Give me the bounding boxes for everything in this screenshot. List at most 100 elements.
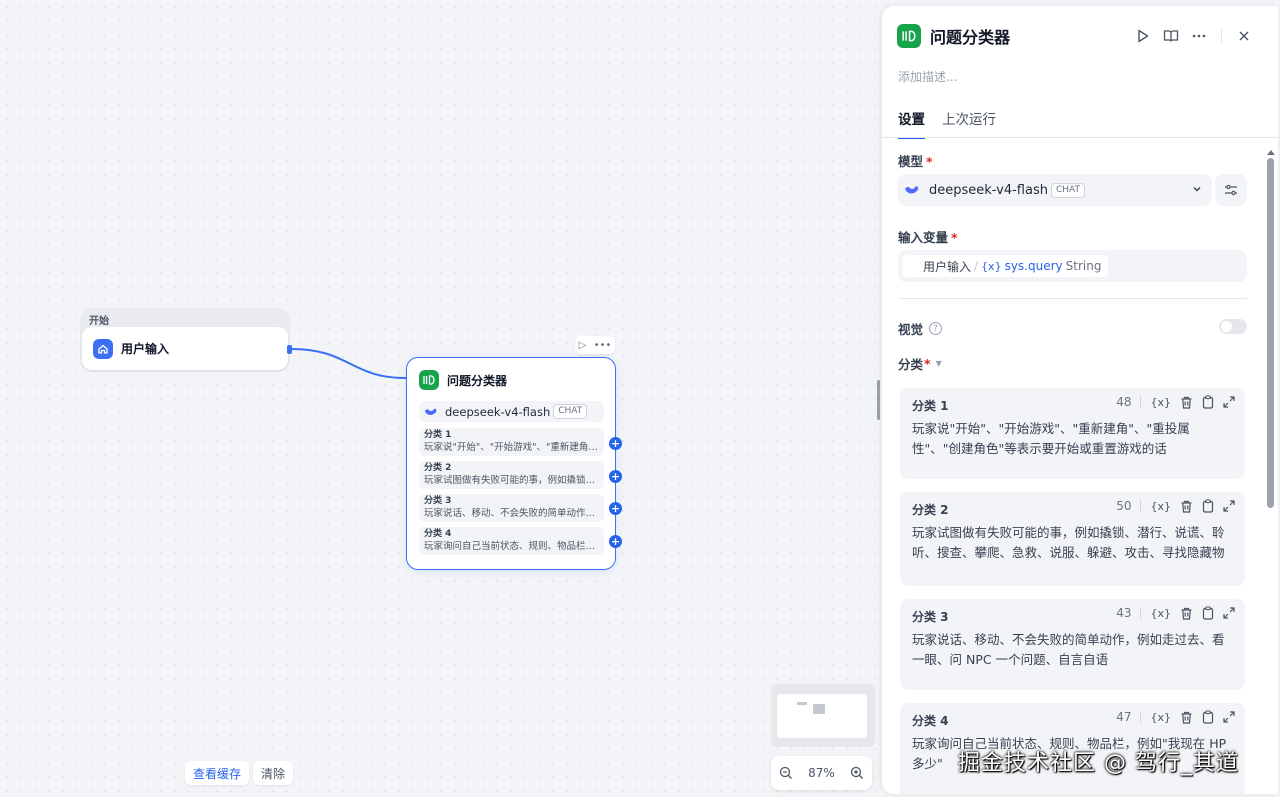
run-icon[interactable]	[1129, 26, 1157, 46]
node-settings-panel: 问题分类器 添加描述... 设置 上次运行 模型 * deepseek-v4-fl…	[882, 6, 1278, 794]
panel-scrollbar[interactable]	[1266, 150, 1275, 786]
variable-icon: {x}	[981, 259, 1002, 273]
class-card-title: 分类 2	[912, 503, 949, 517]
node-model-tag: CHAT	[553, 404, 588, 419]
panel-title[interactable]: 问题分类器	[930, 24, 1010, 48]
class-card-tools: 48 {x}	[1116, 395, 1235, 409]
expand-icon[interactable]	[1223, 500, 1235, 512]
insert-variable-icon[interactable]: {x}	[1150, 607, 1171, 620]
node-model-chip: deepseek-v4-flash CHAT	[419, 401, 604, 422]
class-card[interactable]: 分类 2 50 {x} 玩家试图做有失败可能的事，例如撬锁、潜行、说谎、聆听、搜…	[900, 492, 1245, 586]
insert-variable-icon[interactable]: {x}	[1150, 396, 1171, 409]
deepseek-logo-icon	[905, 186, 919, 194]
input-var-label-text: 输入变量	[898, 230, 949, 245]
panel-tabs: 设置 上次运行	[898, 108, 996, 139]
zoom-out-icon[interactable]	[779, 766, 793, 780]
expand-icon[interactable]	[1223, 396, 1235, 408]
node-class-name: 分类 4	[424, 529, 452, 539]
minimap-node	[797, 702, 807, 705]
model-settings-button[interactable]	[1215, 174, 1247, 206]
node-class-item: 分类 2 玩家试图做有失败可能的事，例如撬锁、潜行、说谎、聆听、搜查、攀爬、急救…	[419, 461, 604, 489]
required-mark: *	[926, 154, 933, 169]
classifier-node[interactable]: 问题分类器 deepseek-v4-flash CHAT 分类 1 玩家说"开始…	[406, 357, 616, 570]
tab-last-run[interactable]: 上次运行	[942, 108, 996, 139]
more-icon[interactable]	[1185, 26, 1213, 46]
class-card[interactable]: 分类 1 48 {x} 玩家说"开始"、"开始游戏"、"重新建角"、"重投属性"…	[900, 388, 1245, 479]
add-branch-4-icon[interactable]: +	[609, 535, 622, 548]
zoom-in-icon[interactable]	[850, 766, 864, 780]
start-node[interactable]: 用户输入	[82, 327, 288, 370]
start-output-handle[interactable]	[287, 345, 292, 354]
model-select[interactable]: deepseek-v4-flash CHAT	[898, 174, 1212, 206]
class-card-text[interactable]: 玩家说话、移动、不会失败的简单动作，例如走过去、看一眼、问 NPC 一个问题、自…	[912, 630, 1232, 670]
node-class-desc: 玩家说"开始"、"开始游戏"、"重新建角"、"重投属性"、"创建角色"等表示要开…	[424, 442, 599, 453]
vision-toggle[interactable]	[1219, 319, 1247, 334]
watermark: 掘金技术社区 @ 驾行_其道	[958, 751, 1239, 776]
node-model-name: deepseek-v4-flash	[445, 404, 551, 419]
node-toolbar: ▷ •••	[575, 336, 615, 354]
trash-icon[interactable]	[1180, 607, 1193, 620]
expand-icon[interactable]	[1223, 607, 1235, 619]
run-node-icon[interactable]: ▷	[579, 340, 587, 351]
var-name: sys.query	[1004, 259, 1063, 273]
close-icon[interactable]	[1230, 26, 1258, 46]
clipboard-icon[interactable]	[1202, 710, 1214, 724]
trash-icon[interactable]	[1180, 500, 1193, 513]
tool-divider	[1140, 396, 1142, 408]
workflow-canvas[interactable]: 开始 用户输入 ▷ ••• 问题分类器 deepseek-v4-flash CH…	[0, 0, 880, 797]
classes-label: 分类 * ▼	[898, 354, 942, 373]
add-branch-2-icon[interactable]: +	[609, 470, 622, 483]
description-input[interactable]: 添加描述...	[898, 68, 957, 85]
deepseek-logo-icon	[425, 408, 437, 415]
scrollbar-thumb[interactable]	[1267, 158, 1274, 508]
node-class-item: 分类 3 玩家说话、移动、不会失败的简单动作，例如走过去、看一眼、问 NPC 一…	[419, 494, 604, 522]
var-source: 用户输入	[923, 259, 972, 274]
trash-icon[interactable]	[1180, 711, 1193, 724]
add-branch-1-icon[interactable]: +	[609, 437, 622, 450]
tool-divider	[1140, 500, 1142, 512]
toolbar-divider	[1221, 29, 1222, 43]
required-mark: *	[924, 356, 931, 371]
start-node-group[interactable]: 开始 用户输入	[80, 308, 290, 372]
class-card-text[interactable]: 玩家说"开始"、"开始游戏"、"重新建角"、"重投属性"、"创建角色"等表示要开…	[912, 419, 1232, 459]
classes-label-text: 分类	[898, 357, 924, 372]
model-label-text: 模型	[898, 154, 924, 169]
insert-variable-icon[interactable]: {x}	[1150, 711, 1171, 724]
tool-divider	[1140, 607, 1142, 619]
node-class-name: 分类 3	[424, 496, 452, 506]
more-icon[interactable]: •••	[594, 340, 612, 351]
class-card-tools: 50 {x}	[1116, 499, 1235, 513]
canvas-bottom-buttons: 查看缓存 清除	[185, 761, 294, 785]
expand-icon[interactable]	[1223, 711, 1235, 723]
clipboard-icon[interactable]	[1202, 499, 1214, 513]
clipboard-icon[interactable]	[1202, 395, 1214, 409]
var-type: String	[1065, 259, 1102, 273]
view-cache-button[interactable]: 查看缓存	[185, 761, 250, 785]
help-icon[interactable]: ?	[929, 322, 943, 335]
insert-variable-icon[interactable]: {x}	[1150, 500, 1171, 513]
class-card[interactable]: 分类 3 43 {x} 玩家说话、移动、不会失败的简单动作，例如走过去、看一眼、…	[900, 599, 1245, 690]
panel-resize-handle[interactable]	[877, 380, 880, 420]
add-branch-3-icon[interactable]: +	[609, 502, 622, 515]
start-node-title: 用户输入	[121, 342, 170, 356]
tool-divider	[1140, 711, 1142, 723]
trash-icon[interactable]	[1180, 396, 1193, 409]
minimap-viewport[interactable]	[777, 694, 867, 738]
clear-button[interactable]: 清除	[253, 761, 294, 785]
char-count: 48	[1116, 395, 1132, 409]
classifier-icon	[897, 24, 921, 48]
tab-settings[interactable]: 设置	[898, 108, 925, 139]
node-class-item: 分类 1 玩家说"开始"、"开始游戏"、"重新建角"、"重投属性"、"创建角色"…	[419, 428, 604, 456]
clipboard-icon[interactable]	[1202, 606, 1214, 620]
scroll-up-icon[interactable]	[1266, 150, 1275, 155]
class-card-tools: 43 {x}	[1116, 606, 1235, 620]
vision-label: 视觉	[898, 322, 924, 337]
book-icon[interactable]	[1157, 26, 1185, 46]
edge-start-to-classifier	[290, 348, 407, 379]
variable-chip[interactable]: 用户输入 / {x} sys.query String	[903, 255, 1109, 277]
minimap[interactable]	[771, 684, 875, 747]
model-name: deepseek-v4-flash	[929, 182, 1048, 198]
input-var-field[interactable]: 用户输入 / {x} sys.query String	[898, 250, 1247, 282]
class-card-text[interactable]: 玩家试图做有失败可能的事，例如撬锁、潜行、说谎、聆听、搜查、攀爬、急救、说服、躲…	[912, 523, 1232, 563]
caret-down-icon[interactable]: ▼	[936, 359, 942, 368]
